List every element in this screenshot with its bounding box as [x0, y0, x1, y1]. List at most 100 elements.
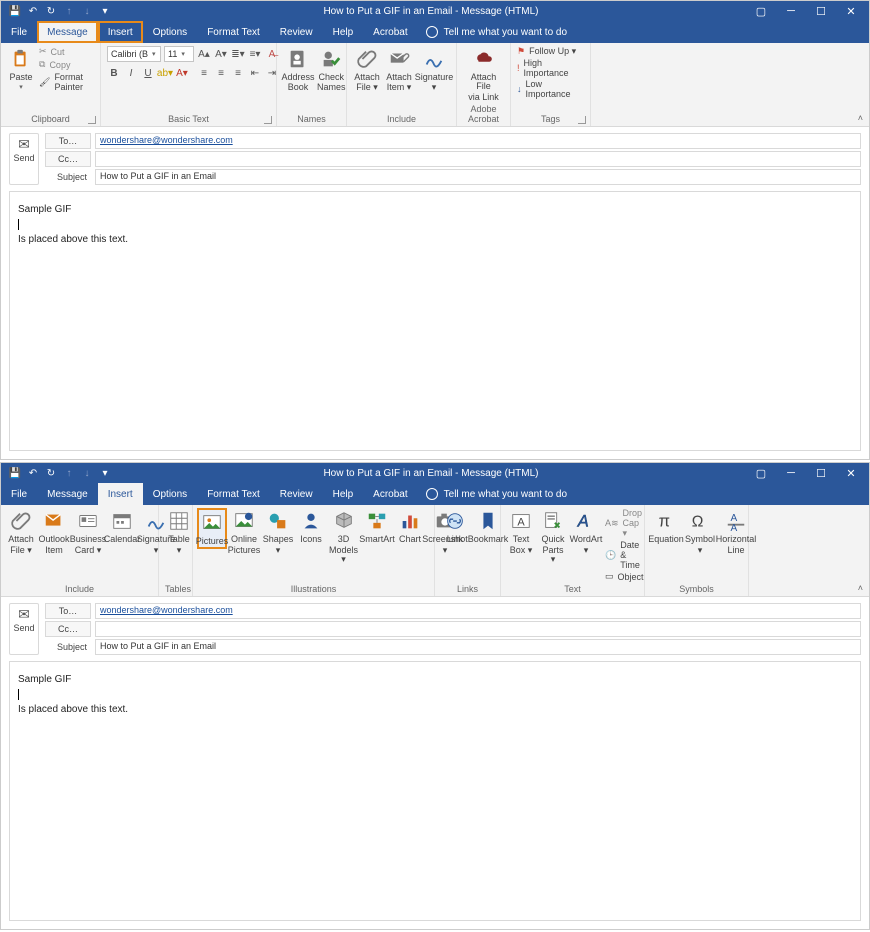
date-time-button[interactable]: 🕒Date & Time [605, 540, 644, 570]
signature-button[interactable]: Signature ▾ [417, 46, 451, 93]
redo-icon[interactable]: ↻ [45, 467, 57, 479]
horizontal-line-button[interactable]: AA HorizontalLine [719, 508, 753, 555]
font-name-combo[interactable]: Calibri (B▾ [107, 46, 161, 62]
tab-file[interactable]: File [1, 483, 37, 505]
address-book-button[interactable]: Address Book [283, 46, 313, 93]
redo-icon[interactable]: ↻ [45, 5, 57, 17]
cc-field[interactable] [95, 621, 861, 637]
bold-button[interactable]: B [107, 66, 121, 80]
font-color-button[interactable]: A▾ [175, 66, 189, 80]
tab-acrobat[interactable]: Acrobat [363, 21, 417, 43]
check-names-button[interactable]: Check Names [317, 46, 346, 93]
quick-parts-button[interactable]: QuickParts ▾ [539, 508, 567, 564]
grow-font-icon[interactable]: A▴ [197, 47, 211, 61]
smartart-button[interactable]: SmartArt [362, 508, 392, 544]
bookmark-button[interactable]: Bookmark [473, 508, 503, 544]
font-size-combo[interactable]: 11▾ [164, 46, 194, 62]
object-button[interactable]: ▭Object [605, 571, 644, 582]
italic-button[interactable]: I [124, 66, 138, 80]
undo-icon[interactable]: ↶ [27, 5, 39, 17]
pictures-button[interactable]: Pictures [197, 508, 227, 548]
tell-me[interactable]: Tell me what you want to do [418, 21, 575, 43]
highlight-button[interactable]: ab▾ [158, 66, 172, 80]
cc-field[interactable] [95, 151, 861, 167]
minimize-icon[interactable]: ─ [785, 5, 797, 17]
tab-formattext[interactable]: Format Text [197, 483, 270, 505]
table-button[interactable]: Table▾ [165, 508, 193, 555]
tab-insert[interactable]: Insert [98, 483, 143, 505]
send-button[interactable]: ✉ Send [9, 603, 39, 655]
cc-button[interactable]: Cc… [45, 621, 91, 637]
dialog-launcher-icon[interactable] [264, 116, 272, 124]
calendar-button[interactable]: Calendar [107, 508, 137, 544]
align-center-icon[interactable]: ≡ [214, 66, 228, 80]
qat-customize-icon[interactable]: ▾ [99, 5, 111, 17]
ribbon-display-icon[interactable]: ▢ [755, 467, 767, 479]
tab-review[interactable]: Review [270, 21, 323, 43]
tab-options[interactable]: Options [143, 483, 197, 505]
undo-icon[interactable]: ↶ [27, 467, 39, 479]
to-button[interactable]: To… [45, 603, 91, 619]
tab-options[interactable]: Options [143, 21, 197, 43]
message-body[interactable]: Sample GIF Is placed above this text. [9, 661, 861, 921]
numbering-icon[interactable]: ≡▾ [248, 47, 262, 61]
icons-button[interactable]: Icons [297, 508, 325, 544]
send-button[interactable]: ✉ Send [9, 133, 39, 185]
ribbon-display-icon[interactable]: ▢ [755, 5, 767, 17]
underline-button[interactable]: U [141, 66, 155, 80]
3d-models-button[interactable]: 3DModels ▾ [329, 508, 358, 564]
save-icon[interactable]: 💾 [9, 5, 21, 17]
maximize-icon[interactable]: ☐ [815, 467, 827, 479]
cc-button[interactable]: Cc… [45, 151, 91, 167]
low-importance-button[interactable]: ↓Low Importance [517, 79, 584, 99]
tab-acrobat[interactable]: Acrobat [363, 483, 417, 505]
symbol-button[interactable]: Ω Symbol▾ [685, 508, 715, 555]
align-right-icon[interactable]: ≡ [231, 66, 245, 80]
business-card-button[interactable]: BusinessCard ▾ [73, 508, 103, 555]
tab-help[interactable]: Help [323, 21, 364, 43]
follow-up-button[interactable]: ⚑Follow Up ▾ [517, 46, 584, 57]
collapse-ribbon-icon[interactable]: ˄ [858, 583, 863, 593]
chart-button[interactable]: Chart [396, 508, 424, 544]
maximize-icon[interactable]: ☐ [815, 5, 827, 17]
close-icon[interactable]: ✕ [845, 5, 857, 17]
subject-field[interactable]: How to Put a GIF in an Email [95, 639, 861, 655]
attach-file-button[interactable]: AttachFile ▾ [7, 508, 35, 555]
online-pictures-button[interactable]: OnlinePictures [229, 508, 259, 555]
to-field[interactable]: wondershare@wondershare.com [95, 133, 861, 149]
equation-button[interactable]: π Equation [651, 508, 681, 544]
dialog-launcher-icon[interactable] [88, 116, 96, 124]
save-icon[interactable]: 💾 [9, 467, 21, 479]
subject-field[interactable]: How to Put a GIF in an Email [95, 169, 861, 185]
collapse-ribbon-icon[interactable]: ˄ [858, 113, 863, 123]
link-button[interactable]: Link [441, 508, 469, 544]
tab-formattext[interactable]: Format Text [197, 21, 270, 43]
text-box-button[interactable]: A TextBox ▾ [507, 508, 535, 555]
attach-file-via-link-button[interactable]: Attach File via Link [463, 46, 504, 102]
tab-message[interactable]: Message [37, 483, 98, 505]
tab-review[interactable]: Review [270, 483, 323, 505]
tell-me[interactable]: Tell me what you want to do [418, 483, 575, 505]
paste-button[interactable]: Paste [7, 46, 35, 92]
to-field[interactable]: wondershare@wondershare.com [95, 603, 861, 619]
tab-help[interactable]: Help [323, 483, 364, 505]
shapes-button[interactable]: Shapes▾ [263, 508, 293, 555]
close-icon[interactable]: ✕ [845, 467, 857, 479]
bullets-icon[interactable]: ≣▾ [231, 47, 245, 61]
qat-customize-icon[interactable]: ▾ [99, 467, 111, 479]
dialog-launcher-icon[interactable] [578, 116, 586, 124]
shrink-font-icon[interactable]: A▾ [214, 47, 228, 61]
attach-item-button[interactable]: Attach Item ▾ [385, 46, 413, 93]
outdent-icon[interactable]: ⇤ [248, 66, 262, 80]
attach-file-button[interactable]: Attach File ▾ [353, 46, 381, 93]
outlook-item-button[interactable]: OutlookItem [39, 508, 69, 555]
high-importance-button[interactable]: !High Importance [517, 58, 584, 78]
format-painter-button[interactable]: 🖌 Format Painter [39, 72, 94, 92]
align-left-icon[interactable]: ≡ [197, 66, 211, 80]
tab-message[interactable]: Message [37, 21, 98, 43]
minimize-icon[interactable]: ─ [785, 467, 797, 479]
to-button[interactable]: To… [45, 133, 91, 149]
tab-insert[interactable]: Insert [98, 21, 143, 43]
wordart-button[interactable]: A WordArt▾ [571, 508, 601, 555]
message-body[interactable]: Sample GIF Is placed above this text. [9, 191, 861, 451]
